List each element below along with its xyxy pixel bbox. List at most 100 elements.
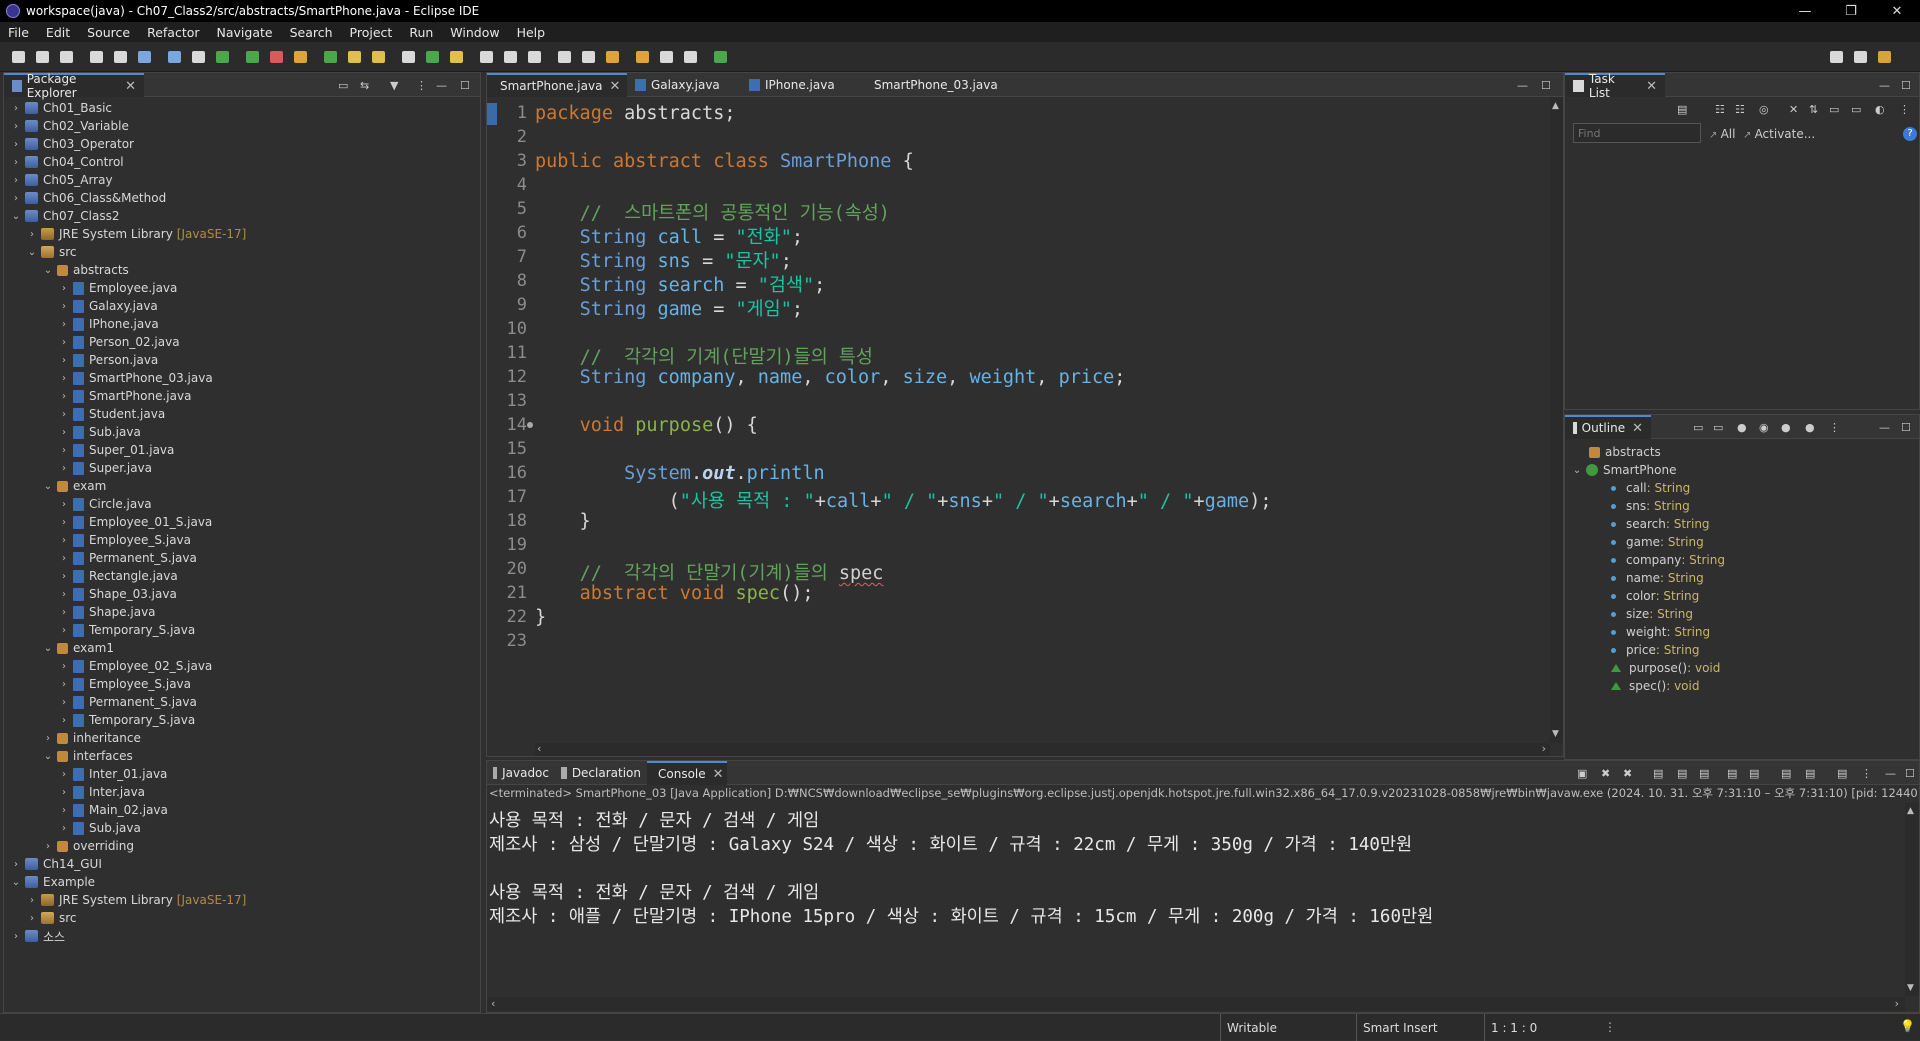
tab-console[interactable]: Console ✕ <box>647 761 727 785</box>
menu-edit[interactable]: Edit <box>46 25 70 40</box>
outline-member[interactable]: size : String <box>1611 605 1693 623</box>
show-whitespace-icon[interactable] <box>504 51 517 63</box>
tree-item[interactable]: › Galaxy.java <box>58 297 158 315</box>
minimize-view-icon[interactable]: — <box>1879 79 1890 92</box>
tree-item[interactable]: › Circle.java <box>58 495 152 513</box>
close-icon[interactable]: ✕ <box>1632 421 1643 436</box>
menu-help[interactable]: Help <box>517 25 546 40</box>
sort-icon[interactable]: ▭ <box>1713 421 1723 434</box>
new-package-icon[interactable] <box>324 51 337 63</box>
open-task-icon[interactable] <box>372 51 385 63</box>
terminal-icon[interactable] <box>138 51 151 63</box>
chevron-down-icon[interactable]: ⌄ <box>26 247 38 258</box>
tab-javadoc[interactable]: Javadoc <box>487 761 555 785</box>
tree-item[interactable]: › Ch02_Variable <box>10 117 129 135</box>
scroll-lock-icon[interactable]: ▤ <box>1653 767 1663 780</box>
chevron-right-icon[interactable]: › <box>58 391 70 402</box>
clear-console-icon[interactable]: ▣ <box>1577 767 1587 780</box>
tree-item[interactable]: › Rectangle.java <box>58 567 178 585</box>
chevron-right-icon[interactable]: › <box>10 103 22 114</box>
chevron-right-icon[interactable]: › <box>58 697 70 708</box>
external-tools-icon[interactable] <box>270 51 283 63</box>
chevron-right-icon[interactable]: › <box>58 283 70 294</box>
tab-task-list[interactable]: Task List ✕ <box>1565 72 1665 100</box>
chevron-right-icon[interactable]: › <box>42 841 54 852</box>
outline-class[interactable]: ⌄ SmartPhone <box>1571 461 1677 479</box>
tree-item[interactable]: › SmartPhone.java <box>58 387 191 405</box>
new-task-icon[interactable]: ▤ <box>1677 103 1687 116</box>
tree-item[interactable]: › Employee_S.java <box>58 531 191 549</box>
chevron-right-icon[interactable]: › <box>58 427 70 438</box>
tree-item[interactable]: › Super_01.java <box>58 441 174 459</box>
search-icon[interactable] <box>402 51 415 63</box>
outline-member[interactable]: weight : String <box>1611 623 1710 641</box>
open-console-icon[interactable]: ▤ <box>1805 767 1815 780</box>
tree-item[interactable]: › src <box>26 909 77 927</box>
tree-item[interactable]: › Person_02.java <box>58 333 180 351</box>
chevron-right-icon[interactable]: › <box>58 373 70 384</box>
menu-search[interactable]: Search <box>290 25 333 40</box>
maximize-button[interactable]: ❐ <box>1828 0 1874 22</box>
tree-item[interactable]: › Employee_01_S.java <box>58 513 212 531</box>
pin-editor-icon[interactable] <box>660 51 673 63</box>
new-java-project-icon[interactable] <box>294 51 307 63</box>
run-icon[interactable] <box>216 51 229 63</box>
display-console-icon[interactable]: ▤ <box>1781 767 1791 780</box>
tree-item[interactable]: › Ch01_Basic <box>10 99 112 117</box>
chevron-down-icon[interactable]: ⌄ <box>10 211 22 222</box>
tree-item[interactable]: › Super.java <box>58 459 152 477</box>
console-output[interactable]: 사용 목적 : 전화 / 문자 / 검색 / 게임 제조사 : 삼성 / 단말기명… <box>487 803 1905 996</box>
maximize-view-icon[interactable]: ☐ <box>1541 79 1551 92</box>
chevron-down-icon[interactable]: ⌄ <box>42 751 54 762</box>
chevron-right-icon[interactable]: › <box>10 157 22 168</box>
chevron-right-icon[interactable]: › <box>26 229 38 240</box>
console-vertical-scrollbar[interactable]: ▲ ▼ <box>1905 803 1919 996</box>
chevron-right-icon[interactable]: › <box>58 535 70 546</box>
maximize-view-icon[interactable]: ☐ <box>1901 79 1911 92</box>
tree-item[interactable]: › Student.java <box>58 405 165 423</box>
new-file-icon[interactable] <box>12 51 25 63</box>
tree-item[interactable]: › overriding <box>42 837 134 855</box>
collapse-all-icon[interactable]: ▭ <box>1693 421 1703 434</box>
filter-completed-icon[interactable]: ✕ <box>1789 103 1798 116</box>
tree-item[interactable]: ⌄ Ch07_Class2 <box>10 207 120 225</box>
minimize-button[interactable]: — <box>1782 0 1828 22</box>
minimize-view-icon[interactable]: — <box>1885 767 1896 780</box>
chevron-right-icon[interactable]: › <box>10 139 22 150</box>
menu-window[interactable]: Window <box>450 25 499 40</box>
status-menu-icon[interactable]: ⋮ <box>1604 1020 1616 1034</box>
tree-item[interactable]: ⌄ exam1 <box>42 639 114 657</box>
chevron-right-icon[interactable]: › <box>58 625 70 636</box>
minimize-view-icon[interactable]: — <box>1879 421 1890 434</box>
outline-member[interactable]: company : String <box>1611 551 1725 569</box>
view-menu-icon[interactable]: ⋮ <box>416 79 427 92</box>
tree-item[interactable]: › Shape.java <box>58 603 156 621</box>
close-icon[interactable]: ✕ <box>1646 79 1657 94</box>
hide-static-icon[interactable]: ◉ <box>1759 421 1769 434</box>
chevron-right-icon[interactable]: › <box>58 715 70 726</box>
tab-declaration[interactable]: Declaration <box>555 761 647 785</box>
editor-vertical-scrollbar[interactable]: ▲ ▼ <box>1550 97 1563 743</box>
tree-item[interactable]: ⌄ src <box>26 243 77 261</box>
chevron-down-icon[interactable]: ⌄ <box>42 643 54 654</box>
tree-item[interactable]: ⌄ Example <box>10 873 95 891</box>
tree-item[interactable]: › IPhone.java <box>58 315 159 333</box>
activate-link[interactable]: ↗ Activate... <box>1743 127 1815 141</box>
help-icon[interactable]: ? <box>1903 127 1917 141</box>
chevron-right-icon[interactable]: › <box>58 805 70 816</box>
all-link[interactable]: ↗ All <box>1709 127 1735 141</box>
tree-item[interactable]: › JRE System Library [JavaSE-17] <box>26 891 246 909</box>
chevron-right-icon[interactable]: › <box>10 859 22 870</box>
java-perspective-icon-right[interactable] <box>1878 51 1891 63</box>
menu-project[interactable]: Project <box>350 25 393 40</box>
close-icon[interactable]: ✕ <box>713 767 724 782</box>
collapse-all-icon[interactable]: ▭ <box>1851 103 1861 116</box>
tree-item[interactable]: › Permanent_S.java <box>58 693 197 711</box>
menu-source[interactable]: Source <box>87 25 130 40</box>
chevron-right-icon[interactable]: › <box>10 193 22 204</box>
chevron-right-icon[interactable]: › <box>58 319 70 330</box>
chevron-right-icon[interactable]: › <box>58 661 70 672</box>
open-perspective-icon-right[interactable] <box>1854 51 1867 63</box>
chevron-right-icon[interactable]: › <box>58 463 70 474</box>
menu-navigate[interactable]: Navigate <box>217 25 273 40</box>
